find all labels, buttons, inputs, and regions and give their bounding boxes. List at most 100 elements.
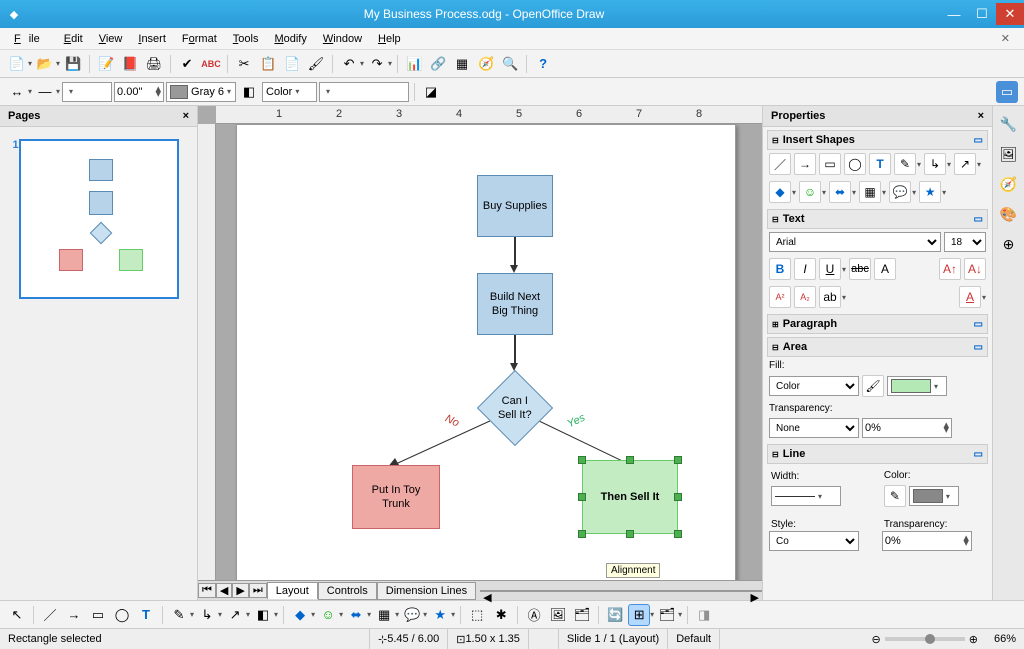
shape-then-sell-it[interactable]: Then Sell It [582,460,678,534]
menu-help[interactable]: Help [370,31,409,47]
extrusion-tool[interactable]: ◨ [693,604,715,626]
block-arrows-tool[interactable]: ⬌ [345,604,367,626]
menu-format[interactable]: Format [174,31,225,47]
superscript-button[interactable]: A² [769,286,791,308]
callout-shapes-icon[interactable]: 💬 [889,181,911,203]
text-tool[interactable]: T [135,604,157,626]
rectangle-tool-icon[interactable]: ▭ [819,153,841,175]
section-text[interactable]: ⊟Text▭ [767,209,988,229]
subscript-button[interactable]: A₂ [794,286,816,308]
transparency-mode-select[interactable]: None [769,418,859,438]
connector-tool-icon[interactable]: ↳ [924,153,946,175]
font-color-button[interactable]: A [959,286,981,308]
tab-first[interactable]: ⏮ [198,583,216,598]
shape-buy-supplies[interactable]: Buy Supplies [477,175,553,237]
h-scrollbar[interactable]: ◀▶ [480,590,762,592]
properties-tab-icon[interactable]: 🔧 [997,112,1021,136]
document-close-icon[interactable]: ✕ [993,30,1018,47]
styles-tab-icon[interactable]: 🎨 [997,202,1021,226]
line-color-combo[interactable]: Gray 6▾ [166,82,236,102]
glue-points-tool[interactable]: ✱ [490,604,512,626]
line-transparency-spinner[interactable]: 0%▴▾ [882,531,972,551]
properties-close-icon[interactable]: × [978,110,984,122]
fontwork-tool[interactable]: Ⓐ [523,604,545,626]
navigator-tab-icon[interactable]: 🧭 [997,172,1021,196]
select-tool[interactable]: ↖ [6,604,28,626]
cut-button[interactable]: ✂ [233,53,255,75]
lines-arrows-icon[interactable]: ↗ [954,153,976,175]
alignment-tool[interactable]: ⊞ [628,604,650,626]
curve-tool-icon[interactable]: ✎ [894,153,916,175]
3d-tool[interactable]: ◧ [252,604,274,626]
zoom-level[interactable]: 66% [986,629,1024,649]
symbol-shapes-tool[interactable]: ☺ [317,604,339,626]
copy-button[interactable]: 📋 [257,53,279,75]
paste-button[interactable]: 📄 [281,53,303,75]
hyperlink-button[interactable]: 🔗 [427,53,449,75]
symbol-shapes-icon[interactable]: ☺ [799,181,821,203]
save-button[interactable]: 💾 [62,53,84,75]
chart-button[interactable]: 📊 [403,53,425,75]
menu-file[interactable]: File [6,31,56,47]
fill-color-select[interactable]: ▾ [887,376,947,396]
transparency-value-spinner[interactable]: 0%▴▾ [862,418,952,438]
close-button[interactable]: ✕ [996,3,1024,25]
ellipse-tool-icon[interactable]: ◯ [844,153,866,175]
flowchart-tool[interactable]: ▦ [373,604,395,626]
line-style-select[interactable]: Co [769,531,859,551]
new-dropdown[interactable]: ▾ [28,59,32,68]
section-area[interactable]: ⊟Area▭ [767,337,988,357]
autospell-button[interactable]: ABC [200,53,222,75]
area-button[interactable]: ◧ [238,81,260,103]
print-button[interactable]: 🖨 [143,53,165,75]
menu-modify[interactable]: Modify [266,31,314,47]
arrow-style-button[interactable]: ↔ [6,81,28,103]
open-button[interactable]: 📂 [34,53,56,75]
shape-toy-trunk[interactable]: Put In Toy Trunk [352,465,440,529]
slide-thumbnail[interactable]: 1 [19,139,179,299]
spellcheck-button[interactable]: ✔ [176,53,198,75]
underline-button[interactable]: U [819,258,841,280]
functions-tab-icon[interactable]: ⊕ [997,232,1021,256]
maximize-button[interactable]: ☐ [968,3,996,25]
star-tool[interactable]: ★ [429,604,451,626]
star-shapes-icon[interactable]: ★ [919,181,941,203]
minimize-button[interactable]: — [940,3,968,25]
tab-last[interactable]: ⏭ [249,583,267,598]
line-width-select[interactable]: ▾ [771,486,841,506]
shape-build[interactable]: Build Next Big Thing [477,273,553,335]
new-button[interactable]: 📄 [6,53,28,75]
pages-close-icon[interactable]: × [183,110,189,122]
zoom-button[interactable]: 🔍 [499,53,521,75]
font-size-combo[interactable]: 18 [944,232,986,252]
section-paragraph[interactable]: ⊞Paragraph▭ [767,314,988,334]
gallery-tool[interactable]: 🗂 [571,604,593,626]
bold-button[interactable]: B [769,258,791,280]
tab-next[interactable]: ▶ [232,583,248,598]
ellipse-tool[interactable]: ◯ [111,604,133,626]
highlight-button[interactable]: ab [819,286,841,308]
strikethrough-button[interactable]: abc [849,258,871,280]
callout-tool[interactable]: 💬 [401,604,423,626]
curve-tool[interactable]: ✎ [168,604,190,626]
rect-tool[interactable]: ▭ [87,604,109,626]
tab-dimension[interactable]: Dimension Lines [377,582,476,600]
fill-mode-select[interactable]: Color [769,376,859,396]
section-insert-shapes[interactable]: ⊟Insert Shapes▭ [767,130,988,150]
tab-layout[interactable]: Layout [267,582,318,599]
connector-tool[interactable]: ↳ [196,604,218,626]
points-tool[interactable]: ⬚ [466,604,488,626]
flowchart-shapes-icon[interactable]: ▦ [859,181,881,203]
basic-shapes-tool[interactable]: ◆ [289,604,311,626]
menu-tools[interactable]: Tools [225,31,267,47]
tab-controls[interactable]: Controls [318,582,377,600]
line-width-spinner[interactable]: 0.00"▴▾ [114,82,164,102]
text-tool-icon[interactable]: T [869,153,891,175]
shadow-button[interactable]: ◪ [420,81,442,103]
slide-button[interactable]: ▭ [996,81,1018,103]
fill-paint-icon[interactable]: 🖌 [862,375,884,397]
navigator-button[interactable]: 🧭 [475,53,497,75]
table-button[interactable]: ▦ [451,53,473,75]
from-file-tool[interactable]: 🖼 [547,604,569,626]
redo-button[interactable]: ↷ [366,53,388,75]
